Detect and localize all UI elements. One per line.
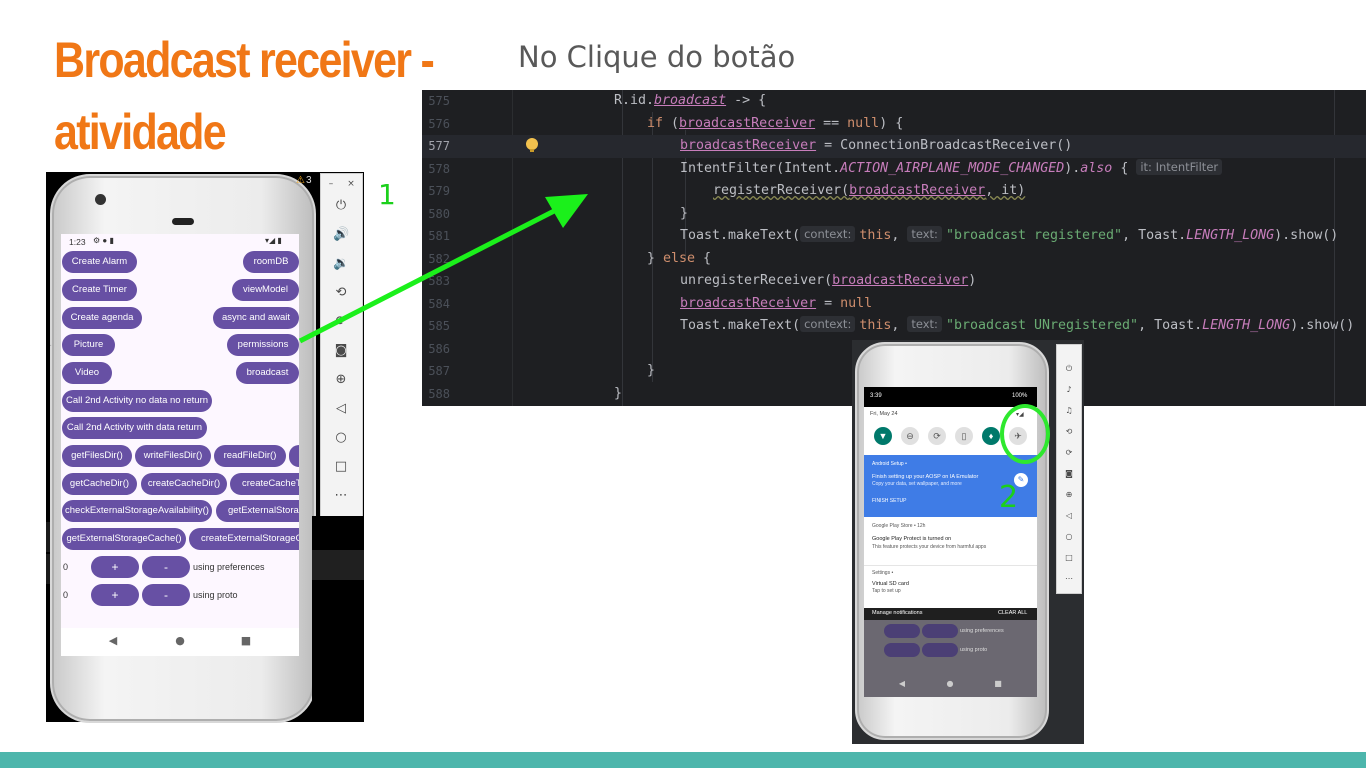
arrow-annotation: [298, 194, 588, 344]
arrow-shaft: [298, 205, 562, 344]
footer-bar: [0, 752, 1366, 768]
